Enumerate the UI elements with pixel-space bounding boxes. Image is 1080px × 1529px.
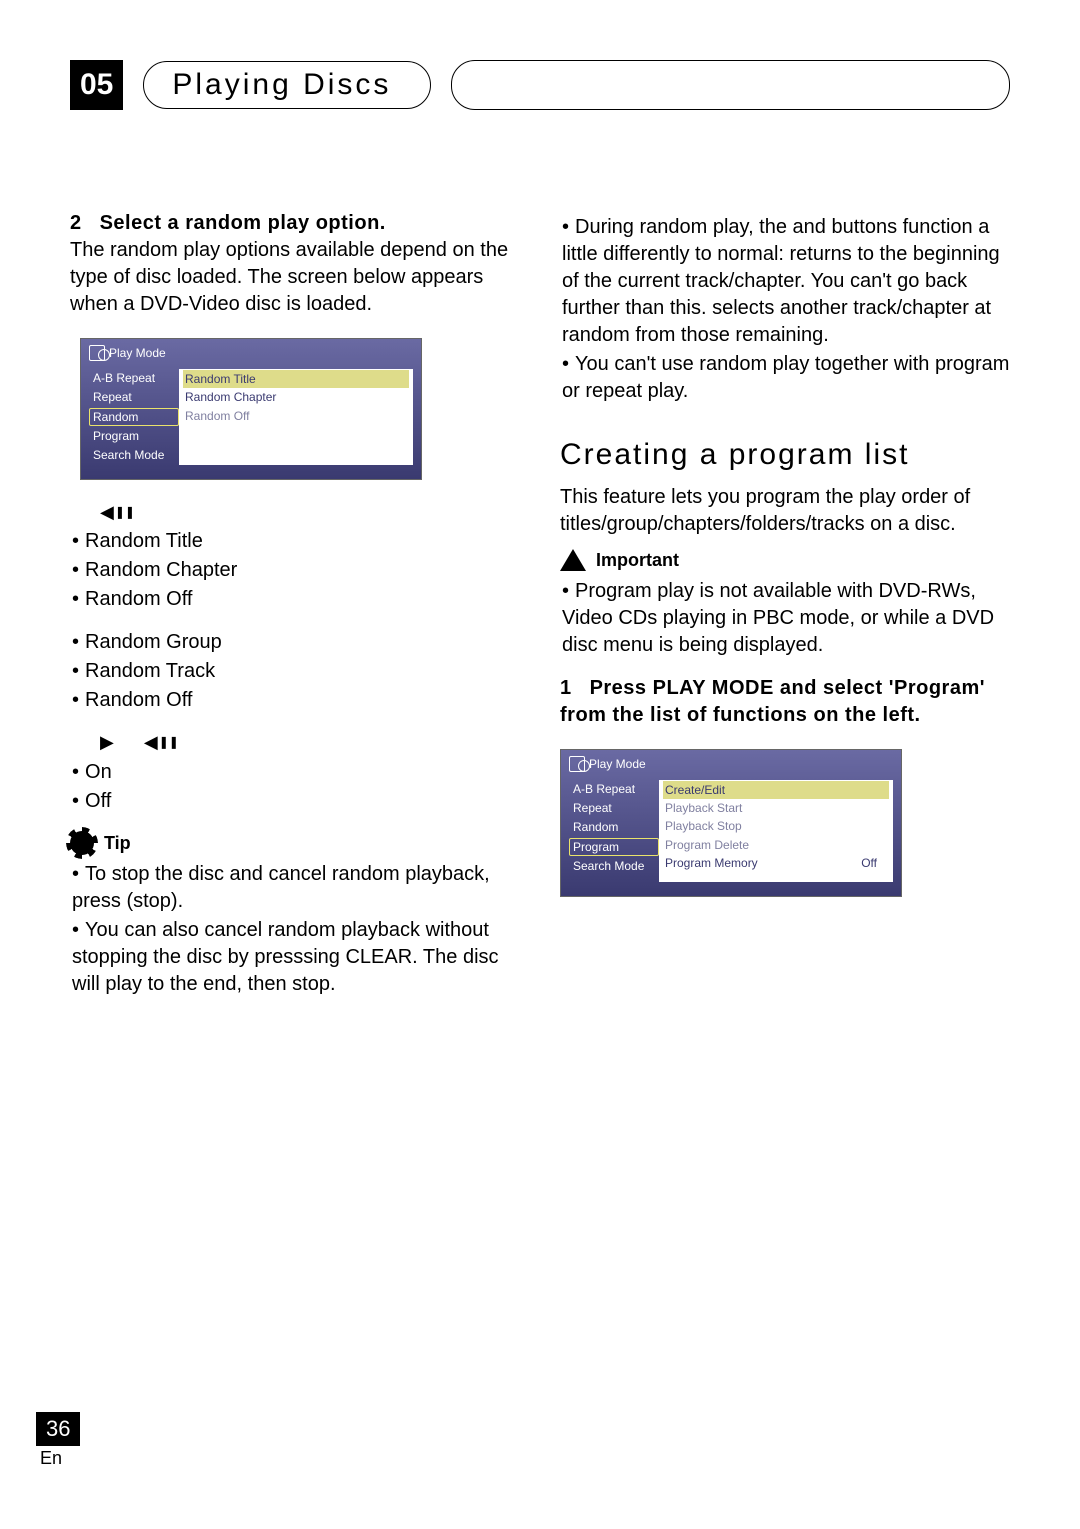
- glyph-play-prev-pause: [100, 730, 520, 754]
- list-item: Random Off: [72, 586, 520, 613]
- tip-label: Tip: [104, 831, 131, 855]
- step-title: Press PLAY MODE and select 'Program' fro…: [560, 677, 985, 726]
- random-list-onoff: OnOff: [70, 759, 520, 815]
- list-item: During random play, the and buttons func…: [562, 214, 1010, 349]
- glyph-prev-pause-1: [100, 500, 520, 524]
- random-list-dvd: Random TitleRandom ChapterRandom Off: [70, 528, 520, 613]
- osd-left-item: Program: [569, 838, 659, 856]
- notes-list: During random play, the and buttons func…: [560, 214, 1010, 405]
- chapter-header: 05 Playing Discs: [70, 60, 1010, 110]
- osd-right-item: Program MemoryOff: [663, 854, 889, 872]
- page-lang: En: [40, 1448, 80, 1469]
- play-mode-icon: [89, 345, 105, 361]
- page-number: 36: [36, 1412, 80, 1446]
- osd-right-item: Random Off: [183, 407, 409, 425]
- list-item: Off: [72, 788, 520, 815]
- list-item: Random Chapter: [72, 557, 520, 584]
- osd-left-item: Repeat: [569, 799, 659, 817]
- osd-menu-right: Create/EditPlayback StartPlayback StopPr…: [659, 780, 893, 882]
- program-intro: This feature lets you program the play o…: [560, 484, 1010, 538]
- osd-left-item: Random: [569, 818, 659, 836]
- osd-right-item: Playback Start: [663, 799, 889, 817]
- osd-title: Play Mode: [589, 756, 646, 772]
- tip-list: To stop the disc and cancel random playb…: [70, 861, 520, 998]
- osd-left-item: Search Mode: [89, 446, 179, 464]
- list-item: Random Track: [72, 658, 520, 685]
- right-column: During random play, the and buttons func…: [560, 210, 1010, 1014]
- osd-right-item: Playback Stop: [663, 817, 889, 835]
- osd-play-mode-program: Play Mode A-B RepeatRepeatRandom ProgramS…: [560, 749, 902, 897]
- list-item: Program play is not available with DVD-R…: [562, 578, 1010, 659]
- list-item: Random Group: [72, 629, 520, 656]
- osd-right-item: Random Chapter: [183, 388, 409, 406]
- osd-left-item: Random: [89, 408, 179, 426]
- osd-menu-right: Random TitleRandom ChapterRandom Off: [179, 369, 413, 465]
- list-item: You can't use random play together with …: [562, 351, 1010, 405]
- section-heading-program: Creating a program list: [560, 435, 1010, 476]
- list-item: Random Off: [72, 687, 520, 714]
- list-item: Random Title: [72, 528, 520, 555]
- gear-icon: [70, 831, 94, 855]
- step-1: 1 Press PLAY MODE and select 'Program' f…: [560, 675, 1010, 729]
- osd-left-item: Search Mode: [569, 857, 659, 875]
- important-icon: [560, 549, 586, 571]
- step-body: The random play options available depend…: [70, 237, 520, 318]
- random-list-group: Random GroupRandom TrackRandom Off: [70, 629, 520, 714]
- list-item: To stop the disc and cancel random playb…: [72, 861, 520, 915]
- important-list: Program play is not available with DVD-R…: [560, 578, 1010, 659]
- osd-menu-left: A-B RepeatRepeat RandomProgramSearch Mode: [89, 369, 179, 465]
- list-item: On: [72, 759, 520, 786]
- osd-right-item: Random Title: [183, 370, 409, 388]
- important-label: Important: [596, 548, 679, 572]
- osd-left-item: Repeat: [89, 388, 179, 406]
- chapter-number: 05: [70, 60, 123, 110]
- osd-left-item: A-B Repeat: [89, 369, 179, 387]
- left-column: 2 Select a random play option. The rando…: [70, 210, 520, 1014]
- osd-title: Play Mode: [109, 345, 166, 361]
- step-2: 2 Select a random play option.: [70, 210, 520, 237]
- osd-play-mode-random: Play Mode A-B RepeatRepeat RandomProgramS…: [80, 338, 422, 480]
- page-footer: 36 En: [36, 1412, 80, 1469]
- step-number: 2: [70, 210, 94, 237]
- important-heading: Important: [560, 548, 1010, 572]
- osd-left-item: A-B Repeat: [569, 780, 659, 798]
- osd-right-item: Program Delete: [663, 836, 889, 854]
- step-number: 1: [560, 675, 584, 702]
- osd-right-item: Create/Edit: [663, 781, 889, 799]
- play-mode-icon: [569, 756, 585, 772]
- list-item: You can also cancel random playback with…: [72, 917, 520, 998]
- osd-menu-left: A-B RepeatRepeatRandom ProgramSearch Mode: [569, 780, 659, 882]
- tip-heading: Tip: [70, 831, 520, 855]
- osd-right-value: Off: [861, 855, 877, 871]
- osd-left-item: Program: [89, 427, 179, 445]
- chapter-bubble-empty: [451, 60, 1010, 110]
- chapter-title: Playing Discs: [143, 61, 431, 109]
- step-title: Select a random play option.: [100, 212, 386, 234]
